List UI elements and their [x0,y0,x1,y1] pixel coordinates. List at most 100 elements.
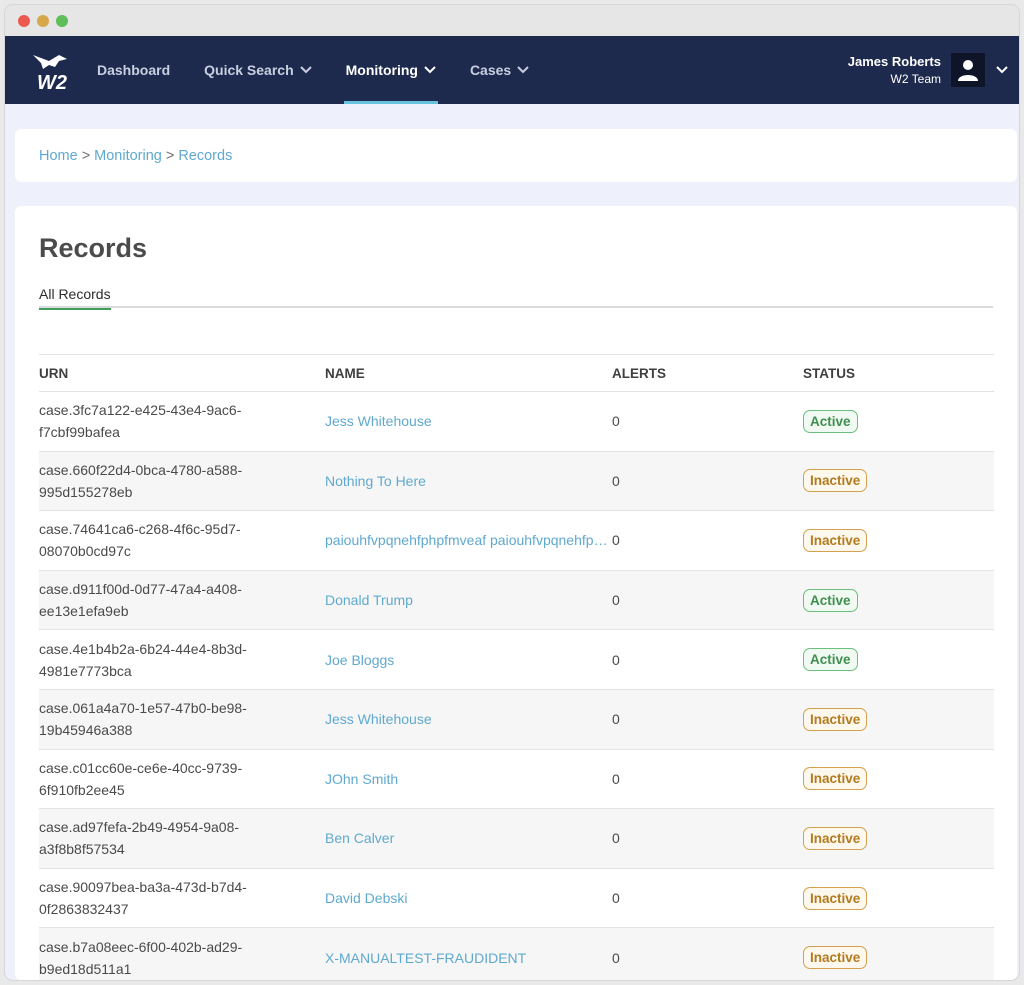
records-table: URN NAME ALERTS STATUS case.3fc7a122-e42… [39,354,994,980]
name-cell: Donald Trump [325,570,612,631]
nav-item-quick-search[interactable]: Quick Search [204,36,312,104]
alerts-count: 0 [612,711,620,728]
status-cell: Active [803,629,994,690]
urn-cell: case.3fc7a122-e425-43e4-9ac6- f7cbf99bafe… [39,391,325,452]
breadcrumb-home[interactable]: Home [39,148,78,164]
column-header-urn[interactable]: URN [39,354,325,392]
record-name-link[interactable]: Nothing To Here [325,473,426,489]
urn-text: case.c01cc60e-ce6e-40cc-9739- 6f910fb2ee4… [39,759,243,798]
table-row[interactable]: case.c01cc60e-ce6e-40cc-9739- 6f910fb2ee4… [39,749,994,810]
breadcrumb-records[interactable]: Records [178,148,232,164]
alerts-count: 0 [612,830,620,847]
close-window-dot[interactable] [18,14,30,27]
urn-cell: case.ad97fefa-2b49-4954-9a08- a3f8b8f5753… [39,808,325,869]
urn-cell: case.061a4a70-1e57-47b0-be98- 19b45946a38… [39,689,325,750]
minimize-window-dot[interactable] [37,14,49,27]
user-icon [958,60,978,81]
breadcrumb: Home > Monitoring > Records [15,129,1017,182]
urn-text: case.74641ca6-c268-4f6c-95d7- 08070b0cd97… [39,521,241,560]
nav-item-monitoring[interactable]: Monitoring [343,36,439,104]
tab-all-records[interactable]: All Records [39,286,111,310]
alerts-cell: 0 [612,629,803,690]
status-badge: Active [803,588,858,612]
nav-item-dashboard[interactable]: Dashboard [97,36,170,104]
urn-text: case.061a4a70-1e57-47b0-be98- 19b45946a38… [39,700,247,739]
name-cell: Jess Whitehouse [325,391,612,452]
status-badge: Inactive [803,767,868,791]
column-header-alerts[interactable]: ALERTS [612,354,803,392]
record-name-link[interactable]: Jess Whitehouse [325,711,432,727]
main-nav: Dashboard Quick Search Monitoring Cases [97,36,563,104]
alerts-count: 0 [612,472,620,489]
table-row[interactable]: case.660f22d4-0bca-4780-a588- 995d155278e… [39,451,994,512]
status-badge: Active [803,648,858,672]
chevron-down-icon [424,66,436,74]
alerts-count: 0 [612,413,620,430]
name-cell: Joe Bloggs [325,629,612,690]
alerts-cell: 0 [612,927,803,980]
urn-cell: case.90097bea-ba3a-473d-b7d4- 0f286383243… [39,868,325,929]
record-name-link[interactable]: David Debski [325,890,407,906]
nav-item-cases[interactable]: Cases [470,36,529,104]
breadcrumb-monitoring[interactable]: Monitoring [94,148,162,164]
table-row[interactable]: case.061a4a70-1e57-47b0-be98- 19b45946a38… [39,689,994,750]
name-cell: Ben Calver [325,808,612,869]
urn-cell: case.660f22d4-0bca-4780-a588- 995d155278e… [39,451,325,512]
window-chrome [5,5,1019,36]
nav-item-label: Cases [469,62,512,78]
record-name-link[interactable]: Ben Calver [325,830,394,846]
record-name-link[interactable]: paiouhfvpqnehfphpfmveaf paiouhfvpqnehfph… [325,532,612,548]
records-tabs: All Records [39,286,993,310]
table-row[interactable]: case.90097bea-ba3a-473d-b7d4- 0f286383243… [39,868,994,929]
column-header-status[interactable]: STATUS [803,354,994,392]
record-name-link[interactable]: Donald Trump [325,592,413,608]
alerts-cell: 0 [612,451,803,512]
urn-text: case.3fc7a122-e425-43e4-9ac6- f7cbf99bafe… [39,402,242,441]
urn-text: case.d911f00d-0d77-47a4-a408- ee13e1efa9e… [39,581,242,620]
nav-item-label: Monitoring [345,62,418,78]
logo-text: W2 [37,72,67,94]
user-menu[interactable]: James Roberts W2 Team [848,36,1009,104]
alerts-cell: 0 [612,868,803,929]
user-menu-chevron-down-icon[interactable] [995,65,1009,75]
status-badge: Inactive [803,946,868,970]
avatar[interactable] [951,53,985,87]
table-row[interactable]: case.74641ca6-c268-4f6c-95d7- 08070b0cd97… [39,510,994,571]
table-row[interactable]: case.3fc7a122-e425-43e4-9ac6- f7cbf99bafe… [39,391,994,452]
status-cell: Inactive [803,510,994,571]
nav-item-label: Quick Search [204,62,294,78]
alerts-count: 0 [612,949,620,966]
table-row[interactable]: case.d911f00d-0d77-47a4-a408- ee13e1efa9e… [39,570,994,631]
status-cell: Inactive [803,927,994,980]
record-name-link[interactable]: JOhn Smith [325,771,398,787]
table-row[interactable]: case.4e1b4b2a-6b24-44e4-8b3d- 4981e7773bc… [39,629,994,690]
chevron-down-icon [517,66,529,74]
record-name-link[interactable]: Joe Bloggs [325,652,394,668]
status-cell: Inactive [803,689,994,750]
record-name-link[interactable]: X-MANUALTEST-FRAUDIDENT [325,950,526,966]
alerts-count: 0 [612,770,620,787]
status-cell: Active [803,391,994,452]
name-cell: David Debski [325,868,612,929]
alerts-cell: 0 [612,749,803,810]
table-row[interactable]: case.b7a08eec-6f00-402b-ad29- b9ed18d511a… [39,927,994,980]
maximize-window-dot[interactable] [56,14,68,27]
alerts-count: 0 [612,592,620,609]
status-badge: Inactive [803,469,868,493]
urn-cell: case.c01cc60e-ce6e-40cc-9739- 6f910fb2ee4… [39,749,325,810]
alerts-cell: 0 [612,808,803,869]
urn-text: case.90097bea-ba3a-473d-b7d4- 0f286383243… [39,879,247,918]
record-name-link[interactable]: Jess Whitehouse [325,413,432,429]
table-header-row: URN NAME ALERTS STATUS [39,354,994,392]
urn-cell: case.d911f00d-0d77-47a4-a408- ee13e1efa9e… [39,570,325,631]
w2-logo[interactable]: W2 [5,36,97,104]
alerts-cell: 0 [612,570,803,631]
urn-cell: case.74641ca6-c268-4f6c-95d7- 08070b0cd97… [39,510,325,571]
column-header-name[interactable]: NAME [325,354,612,392]
status-cell: Inactive [803,868,994,929]
status-badge: Inactive [803,707,868,731]
urn-text: case.ad97fefa-2b49-4954-9a08- a3f8b8f5753… [39,819,240,858]
status-cell: Active [803,570,994,631]
alerts-count: 0 [612,532,620,549]
table-row[interactable]: case.ad97fefa-2b49-4954-9a08- a3f8b8f5753… [39,808,994,869]
